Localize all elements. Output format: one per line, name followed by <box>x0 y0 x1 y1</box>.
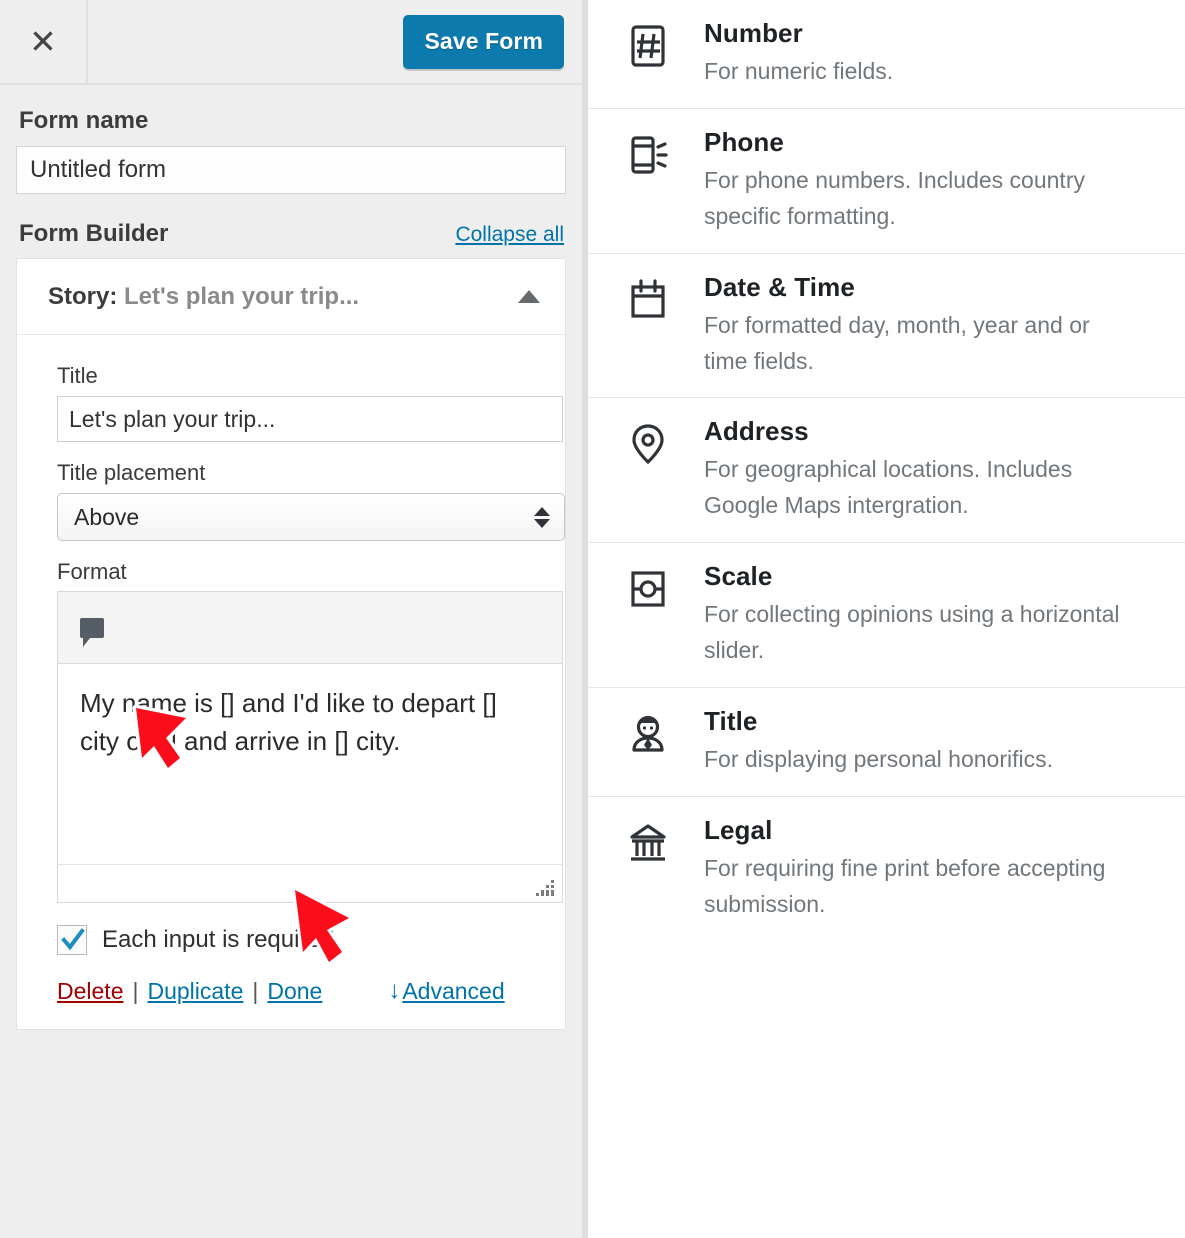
each-input-required-checkbox[interactable] <box>57 925 87 955</box>
field-type-name: Phone <box>704 126 784 157</box>
field-type-text: Scale For collecting opinions using a ho… <box>682 561 1155 669</box>
phone-icon <box>628 127 682 177</box>
field-type-text: Date & Time For formatted day, month, ye… <box>682 272 1155 380</box>
topbar-actions: Save Form <box>88 0 582 83</box>
form-builder-header: Form Builder Collapse all <box>19 220 564 248</box>
form-name-input[interactable] <box>16 146 566 194</box>
field-type-date-time[interactable]: Date & Time For formatted day, month, ye… <box>588 254 1185 399</box>
action-separator-1: | <box>132 977 139 1004</box>
save-form-button[interactable]: Save Form <box>403 14 564 69</box>
field-type-name: Scale <box>704 561 773 592</box>
select-stepper-icon <box>534 506 550 528</box>
field-card-body: Title Title placement Above Format <box>17 335 565 1029</box>
field-type-desc: For requiring fine print before acceptin… <box>704 854 1106 917</box>
scale-slider-icon <box>628 561 682 611</box>
field-type-desc: For formatted day, month, year and or ti… <box>704 311 1090 374</box>
resize-handle-icon[interactable] <box>536 880 554 896</box>
field-type-name: Number <box>704 18 803 48</box>
field-type-text: Legal For requiring fine print before ac… <box>682 815 1155 923</box>
duplicate-link[interactable]: Duplicate <box>147 978 243 1005</box>
title-placement-value: Above <box>74 503 140 530</box>
field-type-name: Legal <box>704 814 773 845</box>
field-type-name: Address <box>704 416 809 447</box>
format-editor: My name is [] and I'd like to depart [] … <box>57 591 563 903</box>
format-editor-statusbar <box>58 864 562 902</box>
field-type-text: Number For numeric fields. <box>682 18 1155 90</box>
checkmark-icon <box>61 928 85 951</box>
close-button[interactable]: ✕ <box>0 0 88 83</box>
field-type-name: Title <box>704 705 758 736</box>
editor-topbar: ✕ Save Form <box>0 0 582 85</box>
advanced-link[interactable]: Advanced <box>402 978 504 1005</box>
title-placement-label: Title placement <box>57 460 206 485</box>
number-icon <box>628 18 682 68</box>
field-type-desc: For phone numbers. Includes country spec… <box>704 166 1085 229</box>
field-type-number[interactable]: Number For numeric fields. <box>588 0 1185 109</box>
field-card-story: Story: Let's plan your trip... Title Tit… <box>16 258 566 1030</box>
field-card-header-text: Story: Let's plan your trip... <box>48 283 359 311</box>
field-type-phone[interactable]: Phone For phone numbers. Includes countr… <box>588 109 1185 254</box>
field-type-desc: For collecting opinions using a horizont… <box>704 601 1120 663</box>
field-card-header[interactable]: Story: Let's plan your trip... <box>17 259 565 335</box>
chevron-up-icon[interactable] <box>518 290 540 303</box>
field-type-desc: For numeric fields. <box>704 58 894 84</box>
field-types-panel: Number For numeric fields. Phone For pho… <box>588 0 1185 1238</box>
format-editor-toolbar <box>58 592 562 664</box>
map-pin-icon <box>628 416 682 466</box>
field-type-title[interactable]: Title For displaying personal honorifics… <box>588 688 1185 797</box>
field-type-text: Address For geographical locations. Incl… <box>682 416 1155 524</box>
delete-link[interactable]: Delete <box>57 978 123 1005</box>
each-input-required-label: Each input is required <box>102 926 335 953</box>
form-name-label: Form name <box>19 107 149 134</box>
field-title-preview: Let's plan your trip... <box>124 282 360 310</box>
required-row: Each input is required <box>57 925 543 955</box>
field-type-legal[interactable]: Legal For requiring fine print before ac… <box>588 797 1185 941</box>
calendar-icon <box>628 272 682 322</box>
field-actions-row: Delete | Duplicate | Done ↓ Advanced <box>57 977 543 1005</box>
title-label: Title <box>57 363 98 388</box>
field-type-name: Date & Time <box>704 271 855 302</box>
field-type-desc: For geographical locations. Includes Goo… <box>704 456 1073 519</box>
bank-legal-icon <box>628 815 682 865</box>
done-link[interactable]: Done <box>267 978 322 1005</box>
left-panel-body: Form name Form Builder Collapse all Stor… <box>0 107 582 1030</box>
form-builder-app: ✕ Save Form Form name Form Builder Colla… <box>0 0 1185 1238</box>
format-editor-textarea[interactable]: My name is [] and I'd like to depart [] … <box>58 664 562 864</box>
title-input[interactable] <box>57 396 563 442</box>
collapse-all-link[interactable]: Collapse all <box>455 223 564 247</box>
field-type-address[interactable]: Address For geographical locations. Incl… <box>588 398 1185 544</box>
advanced-link-wrap[interactable]: ↓ Advanced <box>388 977 504 1005</box>
title-placement-select[interactable]: Above <box>57 493 565 541</box>
close-icon: ✕ <box>29 22 57 61</box>
format-label: Format <box>57 559 127 584</box>
field-type-label: Story: <box>48 282 118 310</box>
field-type-text: Title For displaying personal honorifics… <box>682 706 1155 778</box>
action-separator-2: | <box>252 977 259 1004</box>
person-title-icon <box>628 706 682 756</box>
arrow-down-icon: ↓ <box>388 977 401 1004</box>
field-type-scale[interactable]: Scale For collecting opinions using a ho… <box>588 543 1185 688</box>
form-builder-title: Form Builder <box>19 220 169 247</box>
field-type-text: Phone For phone numbers. Includes countr… <box>682 127 1155 235</box>
left-editor-panel: ✕ Save Form Form name Form Builder Colla… <box>0 0 588 1238</box>
comment-bubble-icon[interactable] <box>80 617 104 647</box>
field-type-desc: For displaying personal honorifics. <box>704 745 1054 772</box>
